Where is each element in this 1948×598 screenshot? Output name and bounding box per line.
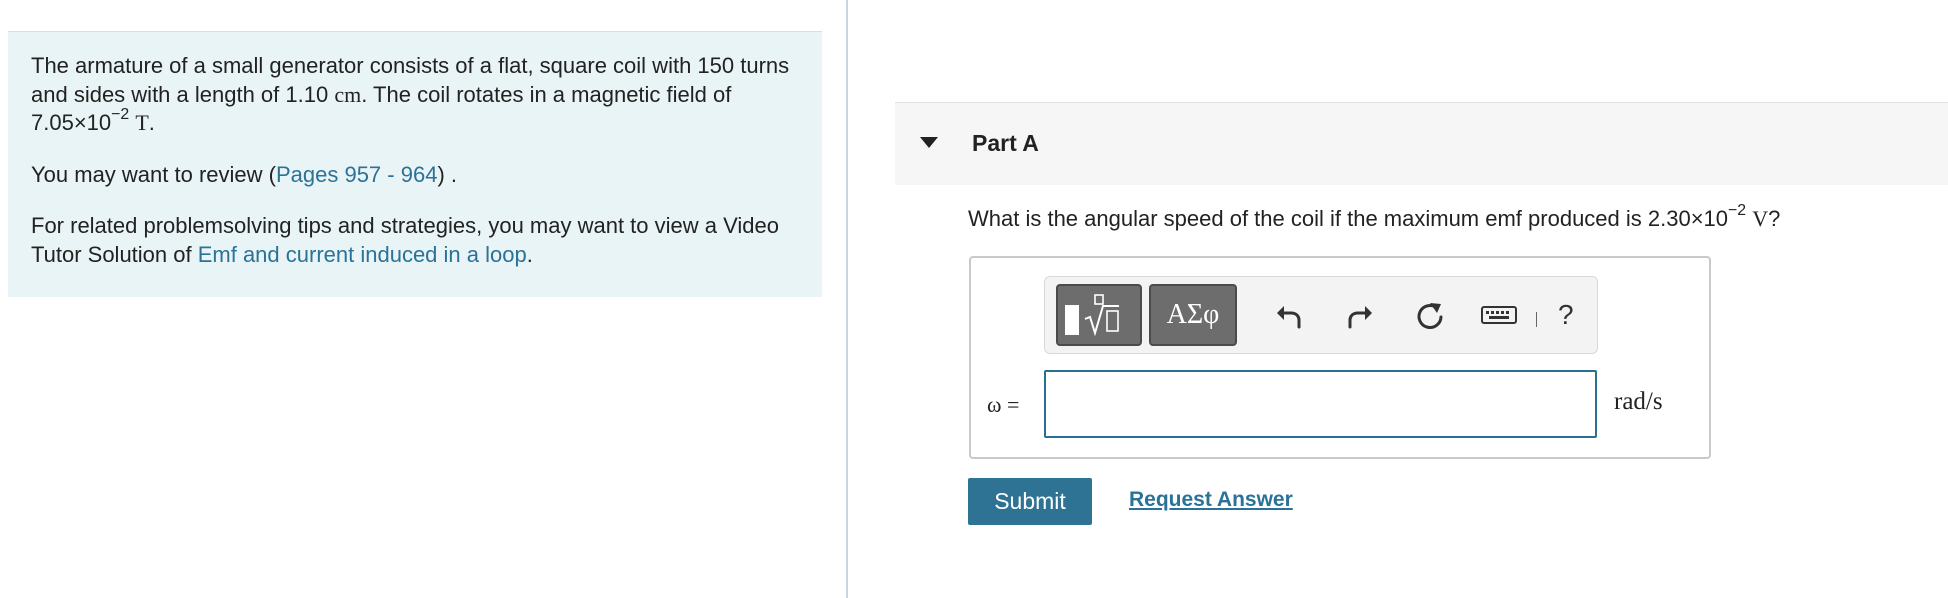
part-title: Part A	[972, 130, 1039, 156]
reset-icon[interactable]	[1415, 300, 1445, 330]
templates-icon[interactable]	[1056, 284, 1142, 346]
problem-statement-box: The armature of a small generator consis…	[8, 31, 822, 297]
unit-label: rad/s	[1614, 388, 1663, 415]
pane-divider	[846, 0, 848, 598]
request-answer-link[interactable]: Request Answer	[1129, 488, 1293, 512]
question-text: What is the angular speed of the coil if…	[968, 201, 1781, 231]
tips-note: For related problemsolving tips and stra…	[31, 213, 779, 267]
submit-button[interactable]: Submit	[968, 478, 1092, 525]
cursor-block	[1065, 305, 1079, 335]
math-toolbar: ΑΣφ ?	[1044, 276, 1598, 354]
part-a-header[interactable]: Part A	[895, 102, 1948, 185]
help-icon[interactable]: ?	[1558, 299, 1574, 331]
review-note: You may want to review (Pages 957 - 964)…	[31, 161, 457, 187]
redo-icon[interactable]	[1345, 300, 1375, 330]
toolbar-separator	[1536, 312, 1537, 327]
sqrt-template-glyph	[1084, 294, 1119, 337]
undo-icon[interactable]	[1274, 300, 1304, 330]
keyboard-icon[interactable]	[1481, 300, 1517, 330]
video-tutor-link[interactable]: Emf and current induced in a loop	[198, 242, 527, 267]
symbols-icon[interactable]: ΑΣφ	[1149, 284, 1237, 346]
answer-input[interactable]	[1044, 370, 1597, 438]
answer-box: ΑΣφ ? ω = rad/s	[969, 256, 1711, 459]
problem-statement: The armature of a small generator consis…	[31, 53, 790, 135]
collapse-caret-icon[interactable]	[920, 137, 938, 148]
problem-pane: The armature of a small generator consis…	[0, 0, 846, 598]
variable-label: ω =	[987, 392, 1020, 417]
review-pages-link[interactable]: Pages 957 - 964	[276, 162, 437, 187]
